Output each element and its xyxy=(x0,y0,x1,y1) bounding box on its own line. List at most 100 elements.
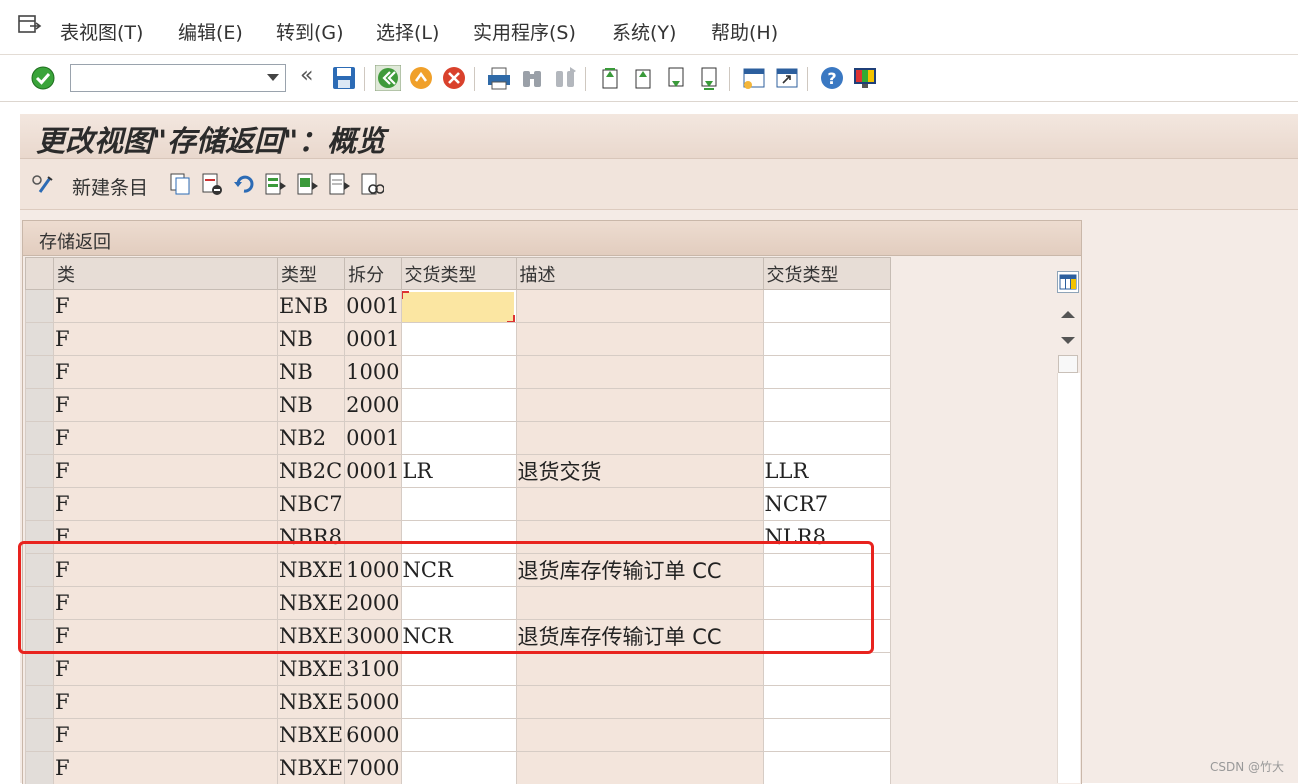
chevron-down-icon[interactable] xyxy=(267,74,279,81)
delivery-type-2-input[interactable] xyxy=(763,653,890,686)
row-selector[interactable] xyxy=(26,389,54,422)
menu-edit[interactable]: 编辑(E) xyxy=(178,18,243,45)
row-selector[interactable] xyxy=(26,554,54,587)
find-icon[interactable] xyxy=(519,65,545,91)
row-selector[interactable] xyxy=(26,356,54,389)
select-block-icon[interactable] xyxy=(296,172,320,196)
type-cell: NB xyxy=(278,323,345,356)
column-header[interactable]: 类型 xyxy=(278,258,345,290)
column-header[interactable]: 交货类型 xyxy=(763,258,890,290)
enter-check-icon[interactable] xyxy=(30,65,56,91)
delivery-type-2-input[interactable] xyxy=(763,389,890,422)
save-icon[interactable] xyxy=(331,65,357,91)
delivery-type-2-input[interactable] xyxy=(763,290,890,323)
scroll-down-icon[interactable] xyxy=(1061,337,1075,344)
delivery-type-input[interactable] xyxy=(401,488,516,521)
menu-table-view[interactable]: 表视图(T) xyxy=(60,18,143,45)
select-all-header[interactable] xyxy=(26,258,54,290)
row-selector[interactable] xyxy=(26,290,54,323)
undo-change-icon[interactable] xyxy=(232,172,256,196)
scroll-track[interactable] xyxy=(1057,373,1080,783)
menu-system[interactable]: 系统(Y) xyxy=(612,18,676,45)
delivery-type-2-input[interactable] xyxy=(763,686,890,719)
delivery-type-2-input[interactable] xyxy=(763,587,890,620)
cancel-icon[interactable] xyxy=(441,65,467,91)
table-row: FNBC7NCR7 xyxy=(26,488,891,521)
first-page-icon[interactable] xyxy=(597,65,623,91)
menu-goto[interactable]: 转到(G) xyxy=(276,18,344,45)
row-selector[interactable] xyxy=(26,752,54,784)
menu-selection[interactable]: 选择(L) xyxy=(376,18,439,45)
row-selector[interactable] xyxy=(26,653,54,686)
scroll-up-icon[interactable] xyxy=(1061,311,1075,318)
create-session-icon[interactable] xyxy=(741,65,767,91)
display-change-icon[interactable] xyxy=(30,172,54,196)
table-row: FNBXE6000 xyxy=(26,719,891,752)
delivery-type-input[interactable] xyxy=(401,356,516,389)
column-header[interactable]: 描述 xyxy=(516,258,763,290)
delivery-type-2-input[interactable]: NCR7 xyxy=(763,488,890,521)
scroll-thumb[interactable] xyxy=(1058,355,1078,373)
delivery-type-input[interactable]: NCR xyxy=(401,620,516,653)
delivery-type-2-input[interactable] xyxy=(763,554,890,587)
column-header[interactable]: 拆分 xyxy=(345,258,401,290)
history-back-icon[interactable]: « xyxy=(300,63,313,88)
print-icon[interactable] xyxy=(486,65,512,91)
help-icon[interactable]: ? xyxy=(819,65,845,91)
print-field-list-icon[interactable] xyxy=(360,172,384,196)
delivery-type-2-input[interactable] xyxy=(763,356,890,389)
menu-help[interactable]: 帮助(H) xyxy=(711,18,778,45)
back-icon[interactable] xyxy=(375,65,401,91)
row-selector[interactable] xyxy=(26,488,54,521)
type-cell: ENB xyxy=(278,290,345,323)
menu-utilities[interactable]: 实用程序(S) xyxy=(473,18,576,45)
delivery-type-2-input[interactable] xyxy=(763,422,890,455)
delivery-type-input[interactable]: LR xyxy=(401,455,516,488)
last-page-icon[interactable] xyxy=(696,65,722,91)
row-selector[interactable] xyxy=(26,521,54,554)
row-selector[interactable] xyxy=(26,587,54,620)
row-selector[interactable] xyxy=(26,620,54,653)
delivery-type-input[interactable] xyxy=(401,752,516,784)
deselect-all-icon[interactable] xyxy=(328,172,352,196)
delivery-type-input[interactable] xyxy=(401,587,516,620)
type-cell: NBC7 xyxy=(278,488,345,521)
delivery-type-input[interactable] xyxy=(401,686,516,719)
copy-as-icon[interactable] xyxy=(168,172,192,196)
delivery-type-input[interactable]: NCR xyxy=(401,554,516,587)
delivery-type-input[interactable] xyxy=(401,653,516,686)
menu-icon[interactable] xyxy=(18,14,42,36)
delivery-type-input[interactable] xyxy=(401,521,516,554)
delivery-type-2-input[interactable] xyxy=(763,719,890,752)
delivery-type-input[interactable] xyxy=(401,389,516,422)
new-entries-button[interactable]: 新建条目 xyxy=(72,173,148,200)
row-selector[interactable] xyxy=(26,686,54,719)
delivery-type-2-input[interactable] xyxy=(763,620,890,653)
focused-input-field[interactable] xyxy=(402,292,514,322)
delivery-type-input[interactable] xyxy=(401,719,516,752)
delivery-type-input[interactable] xyxy=(401,422,516,455)
delivery-type-2-input[interactable] xyxy=(763,752,890,784)
column-header[interactable]: 类 xyxy=(54,258,278,290)
layout-icon[interactable] xyxy=(852,65,878,91)
vertical-scrollbar[interactable] xyxy=(1057,271,1081,781)
next-page-icon[interactable] xyxy=(663,65,689,91)
previous-page-icon[interactable] xyxy=(630,65,656,91)
command-field[interactable] xyxy=(70,64,286,92)
exit-icon[interactable] xyxy=(408,65,434,91)
delivery-type-2-input[interactable]: LLR xyxy=(763,455,890,488)
column-header[interactable]: 交货类型 xyxy=(401,258,516,290)
delivery-type-input[interactable] xyxy=(401,290,516,323)
shortcut-icon[interactable] xyxy=(774,65,800,91)
delivery-type-2-input[interactable] xyxy=(763,323,890,356)
delivery-type-input[interactable] xyxy=(401,323,516,356)
select-all-icon[interactable] xyxy=(264,172,288,196)
delete-icon[interactable] xyxy=(200,172,224,196)
row-selector[interactable] xyxy=(26,323,54,356)
row-selector[interactable] xyxy=(26,422,54,455)
row-selector[interactable] xyxy=(26,455,54,488)
row-selector[interactable] xyxy=(26,719,54,752)
column-settings-icon[interactable] xyxy=(1057,271,1079,293)
delivery-type-2-input[interactable]: NLR8 xyxy=(763,521,890,554)
find-next-icon[interactable] xyxy=(552,65,578,91)
